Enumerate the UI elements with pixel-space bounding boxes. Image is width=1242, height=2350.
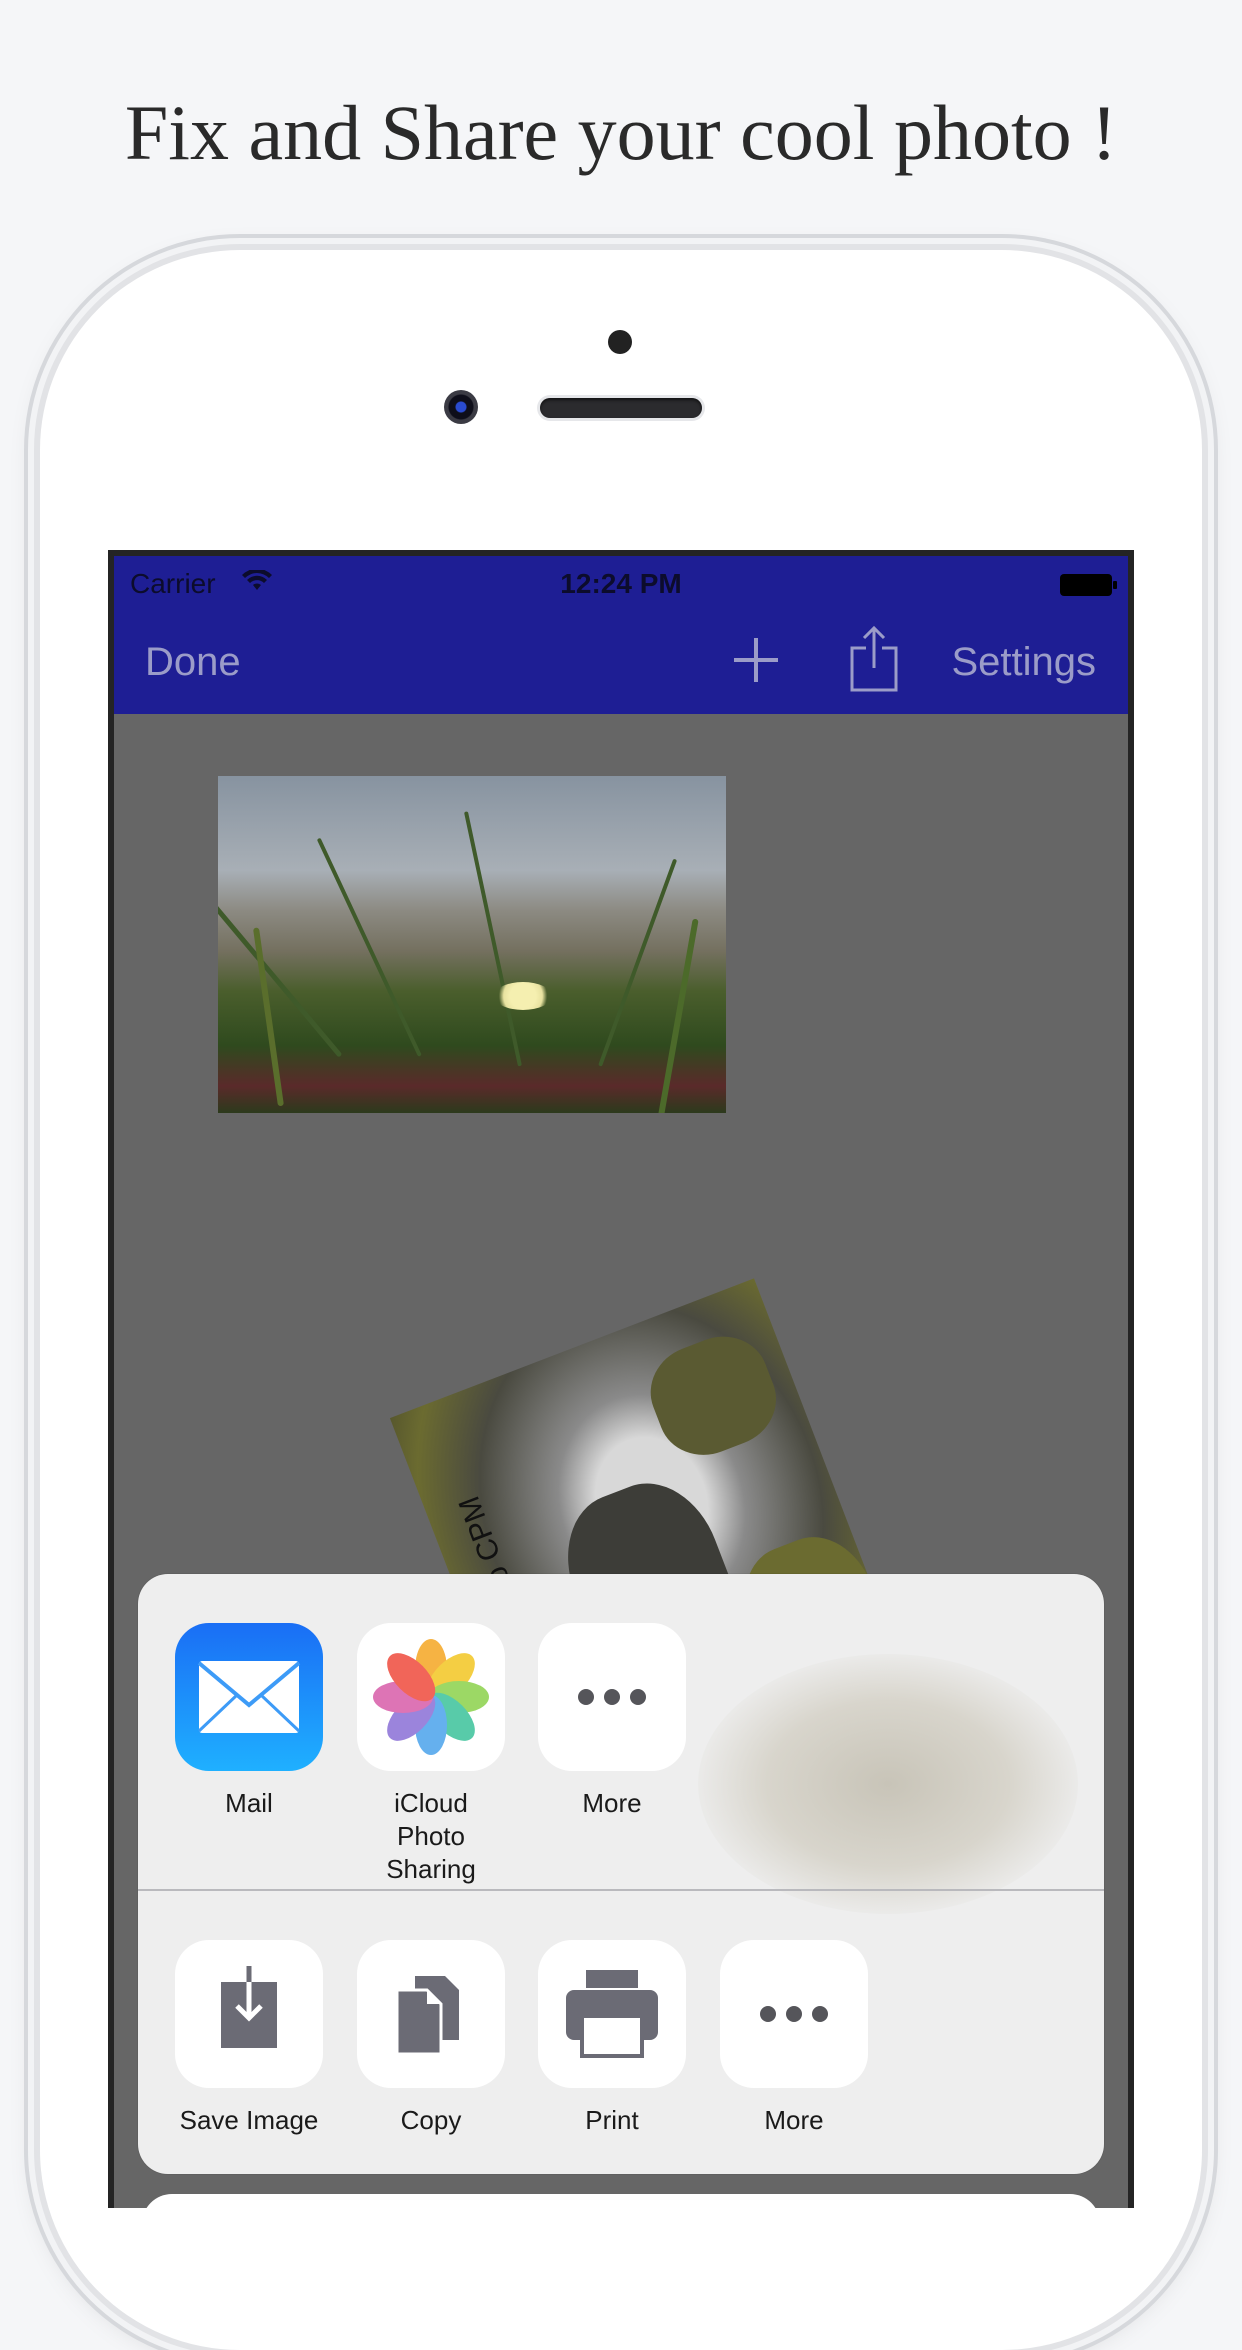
print-label: Print	[585, 2105, 639, 2135]
more-apps-label: More	[582, 1788, 642, 1818]
more-actions-label: More	[764, 2105, 824, 2135]
flower	[494, 982, 552, 1010]
done-button[interactable]: Done	[145, 640, 241, 685]
settings-button[interactable]: Settings	[951, 640, 1096, 685]
add-icon[interactable]	[734, 638, 778, 682]
mail-label: Mail	[225, 1788, 273, 1818]
icloud-photo-sharing-label: iCloud Photo Sharing	[386, 1788, 476, 1884]
front-camera	[444, 390, 478, 424]
headline: Fix and Share your cool photo !	[124, 89, 1118, 176]
clock: 12:24 PM	[560, 568, 682, 599]
earpiece-speaker	[540, 398, 702, 418]
copy-label: Copy	[400, 2105, 462, 2135]
share-icon[interactable]	[848, 624, 900, 694]
navigation-bar: Done Settings	[114, 610, 1128, 714]
status-bar: Carrier 12:24 PM	[114, 556, 1128, 610]
copy-icon	[357, 1940, 505, 2088]
cancel-button[interactable]	[142, 2194, 1100, 2254]
photo-dune-flower[interactable]	[218, 776, 726, 1113]
print-icon	[538, 1940, 686, 2088]
save-image-icon	[175, 1940, 323, 2088]
battery-icon	[1060, 574, 1117, 596]
share-icloud-photo-sharing[interactable]: iCloud Photo Sharing	[357, 1623, 505, 1886]
action-print[interactable]: Print	[538, 1940, 686, 2137]
action-copy[interactable]: Copy	[357, 1940, 505, 2137]
action-more[interactable]: More	[720, 1940, 868, 2137]
share-mail[interactable]: Mail	[175, 1623, 323, 1820]
save-image-label: Save Image	[179, 2105, 319, 2135]
share-sheet: Mail iCloud Photo Sharing More Save Imag…	[138, 1574, 1104, 2174]
share-more-apps[interactable]: More	[538, 1623, 686, 1820]
proximity-sensor	[608, 330, 632, 354]
mail-icon	[175, 1623, 323, 1771]
more-icon	[538, 1623, 686, 1771]
share-apps-row: Mail iCloud Photo Sharing More	[138, 1574, 1104, 1889]
more-icon	[720, 1940, 868, 2088]
share-actions-row: Save Image Copy Print More	[138, 1891, 1104, 2174]
photos-icon	[357, 1623, 505, 1771]
action-save-image[interactable]: Save Image	[175, 1940, 323, 2137]
